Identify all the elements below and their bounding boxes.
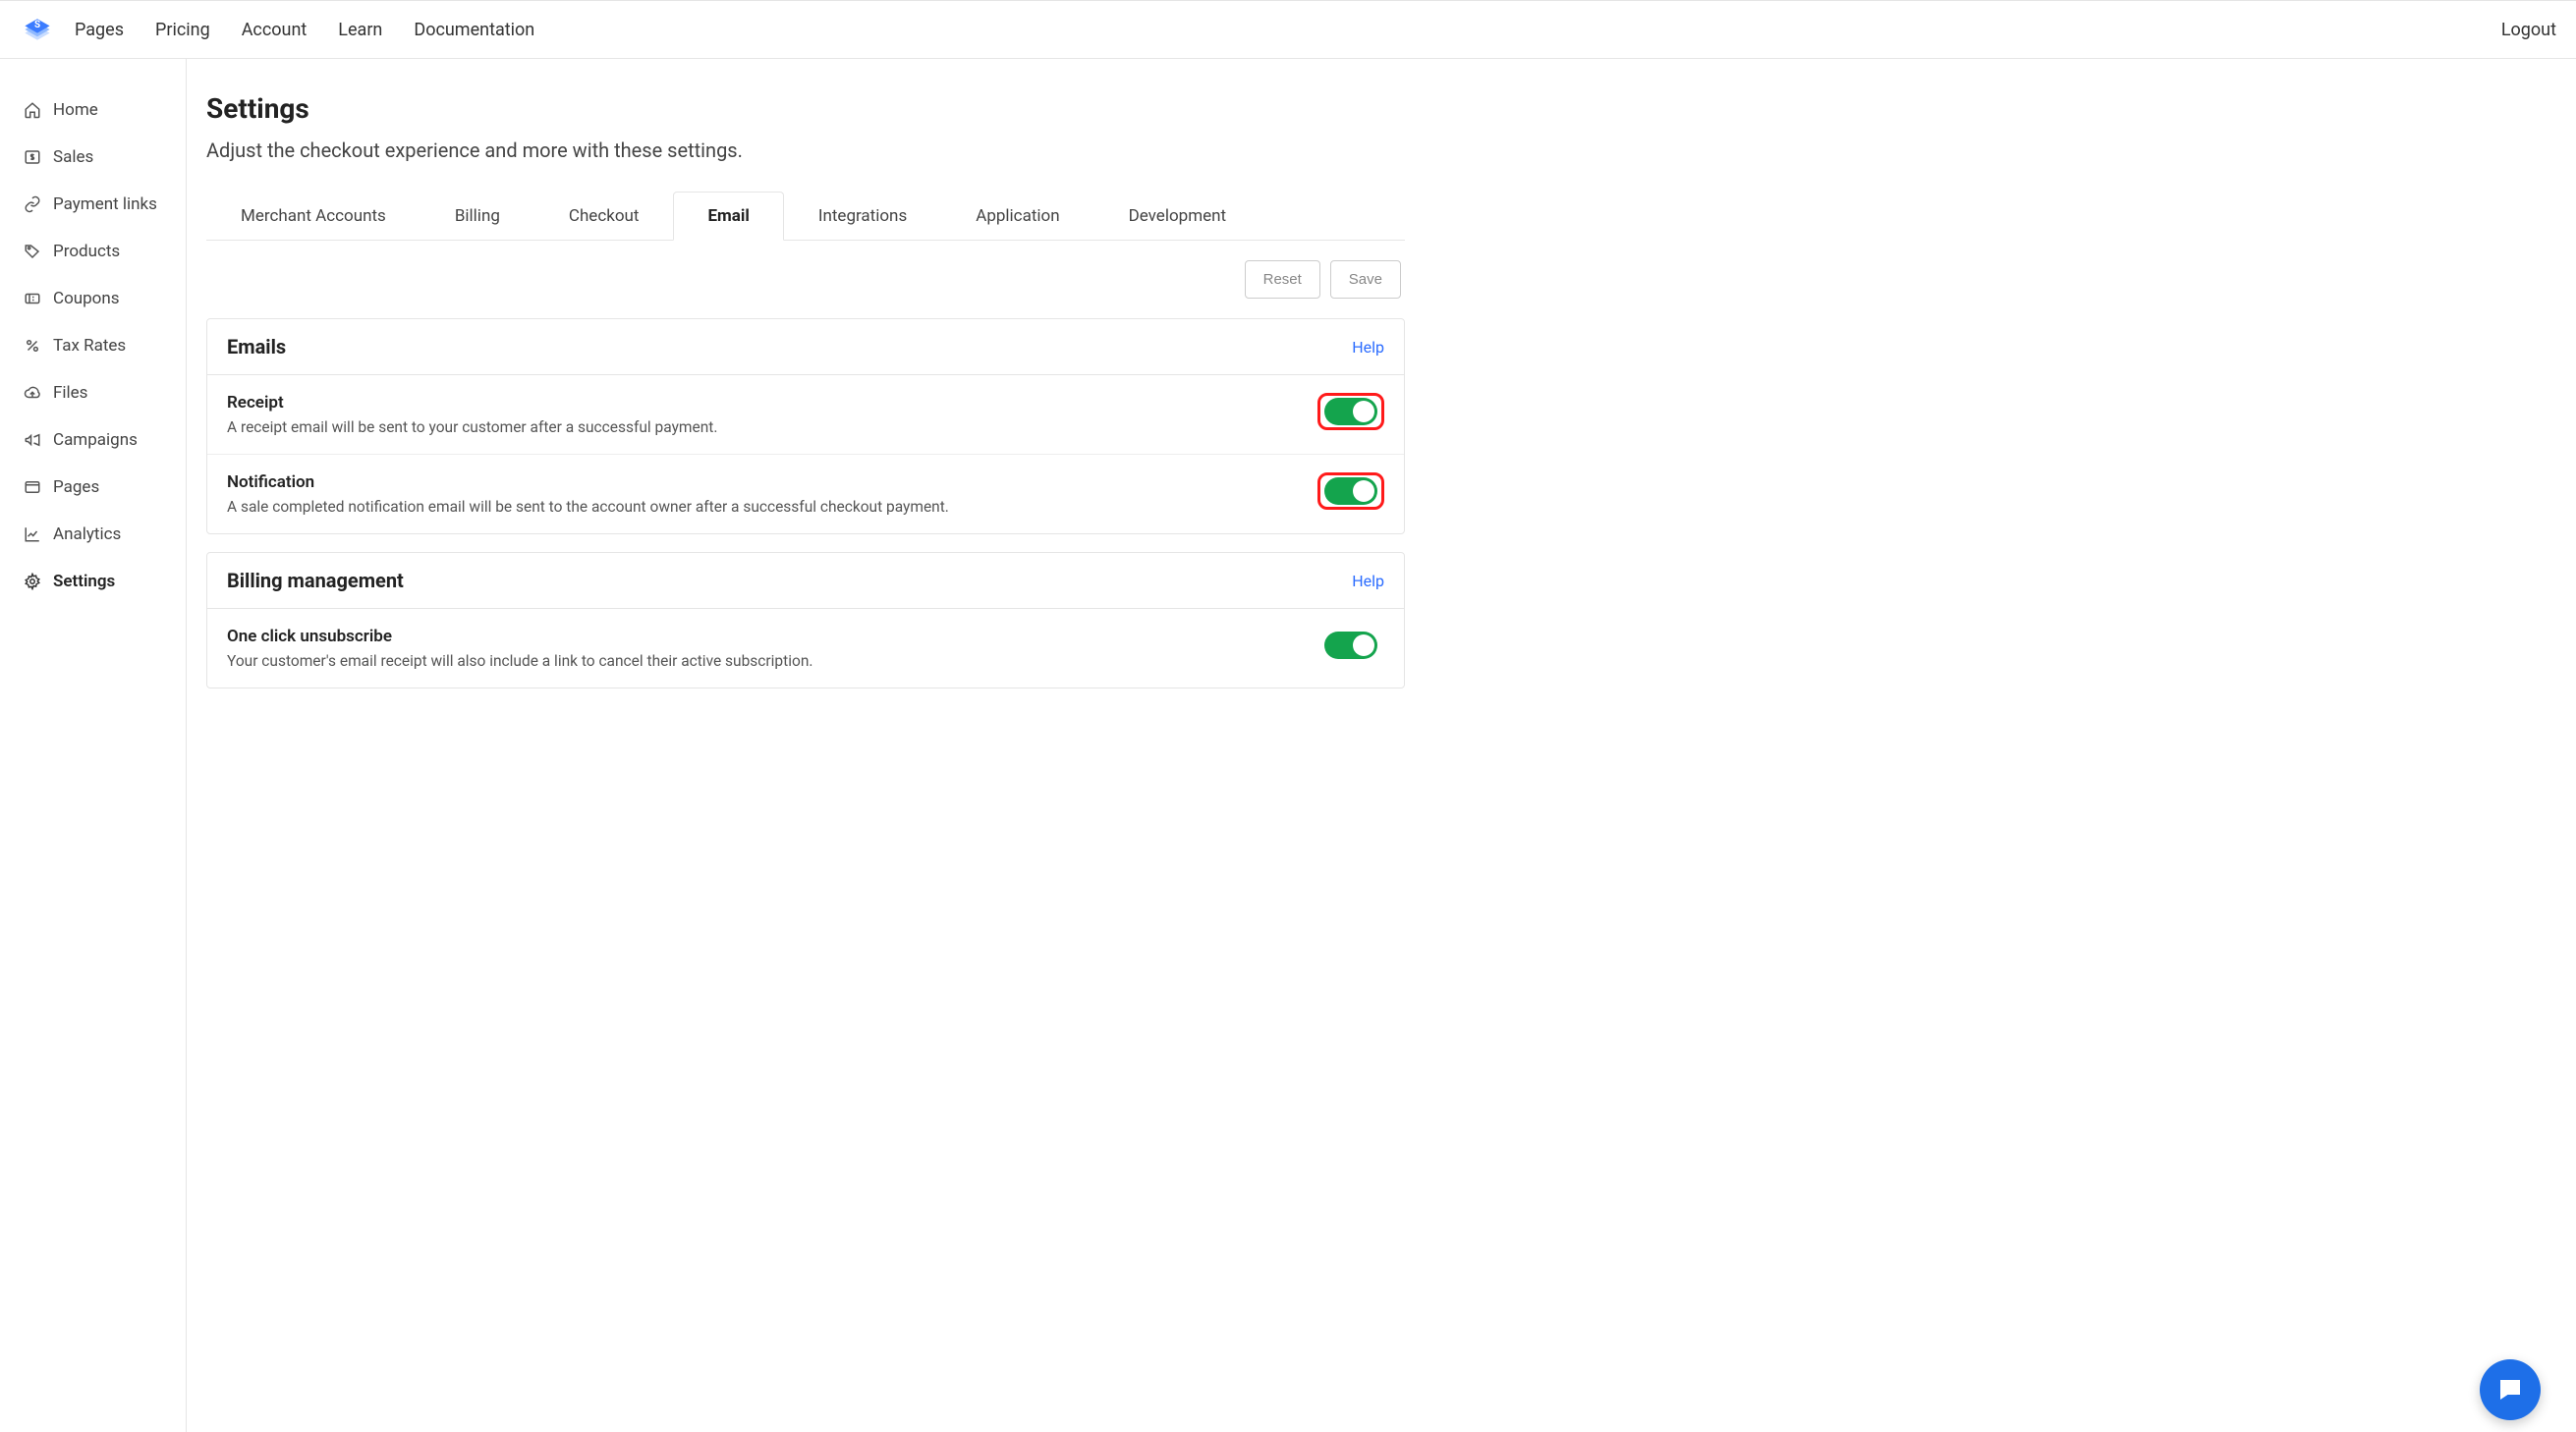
topnav-item-documentation[interactable]: Documentation	[414, 20, 534, 40]
sidebar-item-label: Sales	[53, 147, 93, 167]
chat-icon	[2495, 1375, 2525, 1404]
toggle-notification[interactable]	[1324, 477, 1377, 505]
top-nav: S Pages Pricing Account Learn Documentat…	[0, 0, 2576, 59]
dollar-box-icon	[24, 148, 41, 166]
tag-icon	[24, 243, 41, 260]
sidebar-item-analytics[interactable]: Analytics	[0, 511, 186, 558]
panel-title: Billing management	[227, 569, 404, 592]
toggle-receipt[interactable]	[1324, 398, 1377, 425]
sidebar-item-settings[interactable]: Settings	[0, 558, 186, 605]
topnav-item-pricing[interactable]: Pricing	[155, 20, 210, 40]
sidebar-item-label: Analytics	[53, 524, 121, 544]
tab-email[interactable]: Email	[673, 192, 783, 241]
page-subtitle: Adjust the checkout experience and more …	[206, 138, 1405, 162]
tab-billing[interactable]: Billing	[420, 192, 534, 241]
top-nav-items: Pages Pricing Account Learn Documentatio…	[75, 20, 534, 40]
sidebar-item-tax-rates[interactable]: Tax Rates	[0, 322, 186, 369]
sidebar-item-products[interactable]: Products	[0, 228, 186, 275]
sidebar-item-payment-links[interactable]: Payment links	[0, 181, 186, 228]
setting-row-notification: Notification A sale completed notificati…	[207, 454, 1404, 533]
row-desc: A sale completed notification email will…	[227, 498, 1298, 516]
row-desc: Your customer's email receipt will also …	[227, 652, 1298, 670]
sidebar-item-coupons[interactable]: Coupons	[0, 275, 186, 322]
toggle-wrap	[1317, 627, 1384, 664]
sidebar-item-files[interactable]: Files	[0, 369, 186, 416]
logo: S	[20, 12, 55, 47]
sidebar-item-label: Home	[53, 100, 98, 120]
highlight-annotation	[1317, 472, 1384, 510]
sidebar-item-pages[interactable]: Pages	[0, 464, 186, 511]
topnav-item-pages[interactable]: Pages	[75, 20, 124, 40]
sidebar-item-label: Payment links	[53, 194, 157, 214]
sidebar-item-campaigns[interactable]: Campaigns	[0, 416, 186, 464]
chat-bubble-button[interactable]	[2480, 1359, 2541, 1420]
sidebar-item-label: Products	[53, 242, 120, 261]
main-content: Settings Adjust the checkout experience …	[187, 59, 2576, 1432]
topnav-item-learn[interactable]: Learn	[338, 20, 382, 40]
tab-application[interactable]: Application	[941, 192, 1093, 241]
tab-merchant-accounts[interactable]: Merchant Accounts	[206, 192, 420, 241]
gear-icon	[24, 573, 41, 590]
chart-line-icon	[24, 525, 41, 543]
link-icon	[24, 195, 41, 213]
row-title: One click unsubscribe	[227, 627, 1298, 646]
page-title: Settings	[206, 92, 1405, 125]
setting-row-one-click-unsubscribe: One click unsubscribe Your customer's em…	[207, 609, 1404, 688]
tabs: Merchant Accounts Billing Checkout Email…	[206, 192, 1405, 241]
help-link[interactable]: Help	[1352, 338, 1384, 357]
reset-button[interactable]: Reset	[1245, 260, 1320, 299]
setting-row-receipt: Receipt A receipt email will be sent to …	[207, 375, 1404, 454]
tab-development[interactable]: Development	[1094, 192, 1260, 241]
panel-title: Emails	[227, 335, 286, 358]
panel-emails: Emails Help Receipt A receipt email will…	[206, 318, 1405, 534]
sidebar-item-home[interactable]: Home	[0, 86, 186, 134]
help-link[interactable]: Help	[1352, 572, 1384, 590]
window-icon	[24, 478, 41, 496]
home-icon	[24, 101, 41, 119]
sidebar-item-label: Pages	[53, 477, 99, 497]
sidebar-item-label: Settings	[53, 572, 115, 591]
row-title: Notification	[227, 472, 1298, 492]
toggle-one-click-unsubscribe[interactable]	[1324, 632, 1377, 659]
row-desc: A receipt email will be sent to your cus…	[227, 418, 1298, 436]
megaphone-icon	[24, 431, 41, 449]
logout-link[interactable]: Logout	[2501, 20, 2556, 40]
actions-row: Reset Save	[206, 260, 1405, 299]
panel-billing-management: Billing management Help One click unsubs…	[206, 552, 1405, 688]
ticket-icon	[24, 290, 41, 307]
svg-text:S: S	[34, 20, 40, 30]
tab-integrations[interactable]: Integrations	[784, 192, 941, 241]
topnav-item-account[interactable]: Account	[242, 20, 308, 40]
tab-checkout[interactable]: Checkout	[534, 192, 674, 241]
row-title: Receipt	[227, 393, 1298, 413]
cloud-up-icon	[24, 384, 41, 402]
sidebar-item-label: Campaigns	[53, 430, 138, 450]
percent-icon	[24, 337, 41, 355]
highlight-annotation	[1317, 393, 1384, 430]
sidebar-item-sales[interactable]: Sales	[0, 134, 186, 181]
sidebar: Home Sales Payment links Products Coupon…	[0, 59, 187, 1432]
logo-icon: S	[20, 12, 55, 47]
save-button[interactable]: Save	[1330, 260, 1401, 299]
sidebar-item-label: Tax Rates	[53, 336, 126, 356]
sidebar-item-label: Coupons	[53, 289, 120, 308]
sidebar-item-label: Files	[53, 383, 87, 403]
